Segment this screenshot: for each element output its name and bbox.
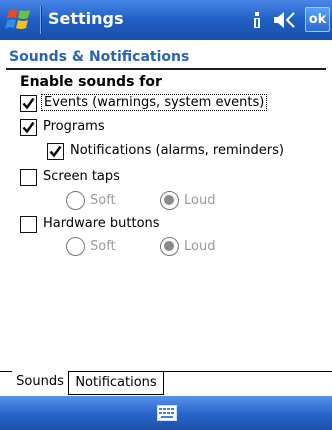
tab-notifications[interactable]: Notifications — [69, 371, 164, 395]
screen-taps-soft-label: Soft — [90, 193, 116, 208]
programs-checkbox[interactable] — [20, 119, 37, 136]
title-bar: Settings ok — [0, 0, 332, 40]
hardware-buttons-soft-radio[interactable] — [66, 237, 85, 256]
checkmark-icon — [49, 145, 62, 158]
keyboard-icon[interactable] — [157, 405, 177, 421]
tab-sounds[interactable]: Sounds — [12, 371, 69, 395]
events-option[interactable]: Events (warnings, system events) — [20, 94, 320, 114]
menu-bar — [0, 396, 332, 430]
header-divider — [6, 68, 326, 70]
hardware-buttons-option[interactable]: Hardware buttons — [20, 215, 220, 235]
screen-taps-soft-radio[interactable] — [66, 191, 85, 210]
notifications-option[interactable]: Notifications (alarms, reminders) — [47, 142, 307, 162]
checkmark-icon — [22, 121, 35, 134]
checkmark-icon — [22, 97, 35, 110]
screen-taps-checkbox[interactable] — [20, 169, 37, 186]
screen-taps-loud-radio[interactable] — [160, 191, 179, 210]
events-checkbox[interactable] — [20, 95, 37, 112]
screen-taps-option[interactable]: Screen taps — [20, 168, 220, 188]
windows-start-icon[interactable] — [3, 5, 37, 35]
hardware-buttons-soft-label: Soft — [90, 239, 116, 254]
title-separator — [40, 6, 42, 34]
screen-taps-loud-label: Loud — [184, 193, 216, 208]
hardware-buttons-checkbox[interactable] — [20, 216, 37, 233]
section-heading: Enable sounds for — [20, 74, 162, 90]
screen-taps-label[interactable]: Screen taps — [43, 169, 120, 184]
notifications-checkbox[interactable] — [47, 143, 64, 160]
connectivity-icon[interactable] — [250, 10, 264, 30]
hardware-buttons-loud-radio[interactable] — [160, 237, 179, 256]
ok-button[interactable]: ok — [305, 7, 330, 32]
notifications-label[interactable]: Notifications (alarms, reminders) — [70, 143, 284, 158]
volume-icon[interactable] — [272, 10, 298, 30]
programs-option[interactable]: Programs — [20, 118, 220, 138]
events-label[interactable]: Events (warnings, system events) — [41, 94, 268, 111]
window-title: Settings — [48, 9, 124, 28]
page-title: Sounds & Notifications — [9, 49, 190, 65]
hardware-buttons-loud-label: Loud — [184, 239, 216, 254]
hardware-buttons-label[interactable]: Hardware buttons — [43, 216, 160, 231]
programs-label[interactable]: Programs — [43, 119, 105, 134]
